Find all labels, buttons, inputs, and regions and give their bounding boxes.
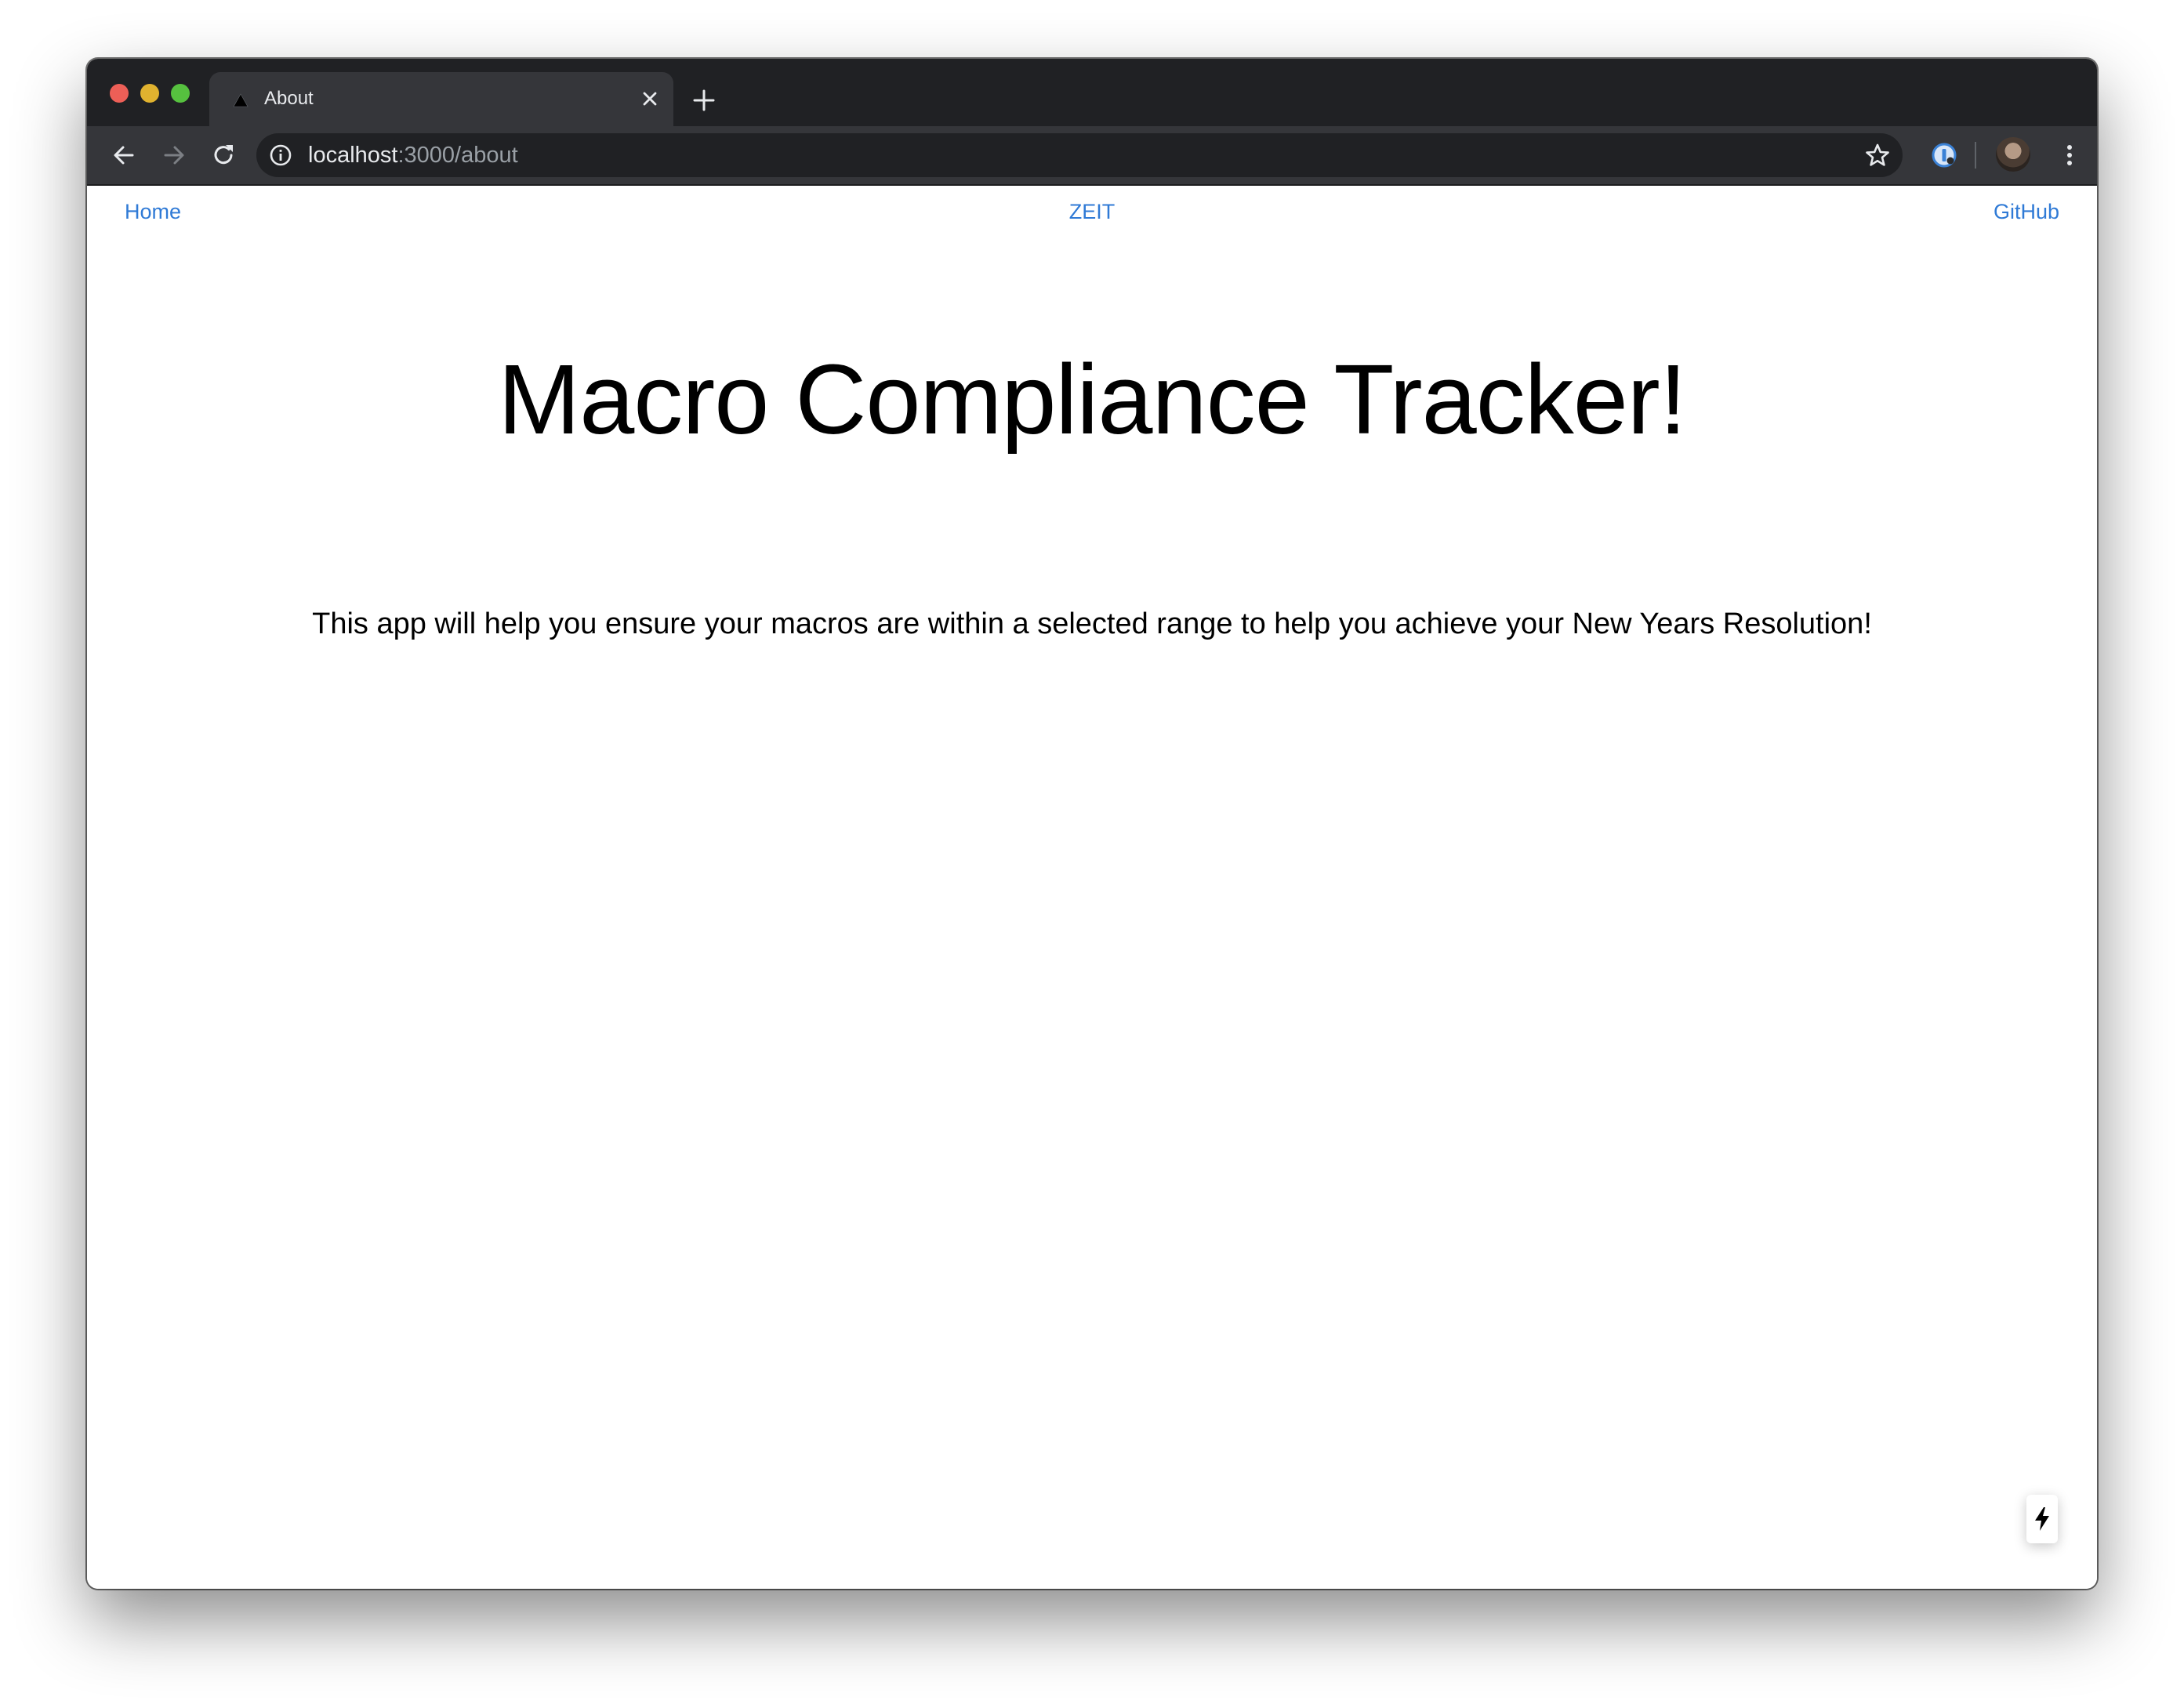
password-manager-icon[interactable] xyxy=(1931,142,1957,169)
close-icon[interactable] xyxy=(637,86,662,111)
tab-about[interactable]: About xyxy=(209,72,673,126)
window-minimize-button[interactable] xyxy=(140,84,159,103)
nav-github-link[interactable]: GitHub xyxy=(1994,198,2059,225)
url-path: :3000/about xyxy=(397,143,518,168)
tab-title: About xyxy=(264,88,314,109)
lightning-icon xyxy=(2035,1507,2049,1531)
star-icon[interactable] xyxy=(1865,143,1890,168)
plus-icon[interactable] xyxy=(691,87,717,114)
triangle-icon xyxy=(233,93,249,107)
page-title: Macro Compliance Tracker! xyxy=(498,344,1687,455)
arrow-left-icon[interactable] xyxy=(109,140,139,170)
url-host: localhost xyxy=(308,143,398,168)
browser-window: About localhost:3000/about Home ZEIT Git… xyxy=(87,59,2097,1589)
page-content: Home ZEIT GitHub Macro Compliance Tracke… xyxy=(87,186,2097,1589)
info-icon[interactable] xyxy=(269,143,292,167)
toolbar-separator xyxy=(1975,142,1976,169)
url-text[interactable]: localhost:3000/about xyxy=(308,142,518,169)
browser-toolbar: localhost:3000/about xyxy=(87,126,2097,186)
window-close-button[interactable] xyxy=(110,84,129,103)
arrow-right-icon[interactable] xyxy=(159,140,189,170)
address-bar[interactable]: localhost:3000/about xyxy=(256,133,1903,177)
avatar[interactable] xyxy=(1996,137,2030,172)
page-description: This app will help you ensure your macro… xyxy=(312,607,1872,640)
nav-zeit-link[interactable]: ZEIT xyxy=(1069,198,1116,225)
nav-home-link[interactable]: Home xyxy=(125,198,181,225)
window-zoom-button[interactable] xyxy=(171,84,190,103)
reload-icon[interactable] xyxy=(209,140,238,170)
tab-strip: About xyxy=(87,59,2097,126)
prerender-indicator[interactable] xyxy=(2026,1495,2058,1543)
more-vert-icon[interactable] xyxy=(2055,140,2084,170)
